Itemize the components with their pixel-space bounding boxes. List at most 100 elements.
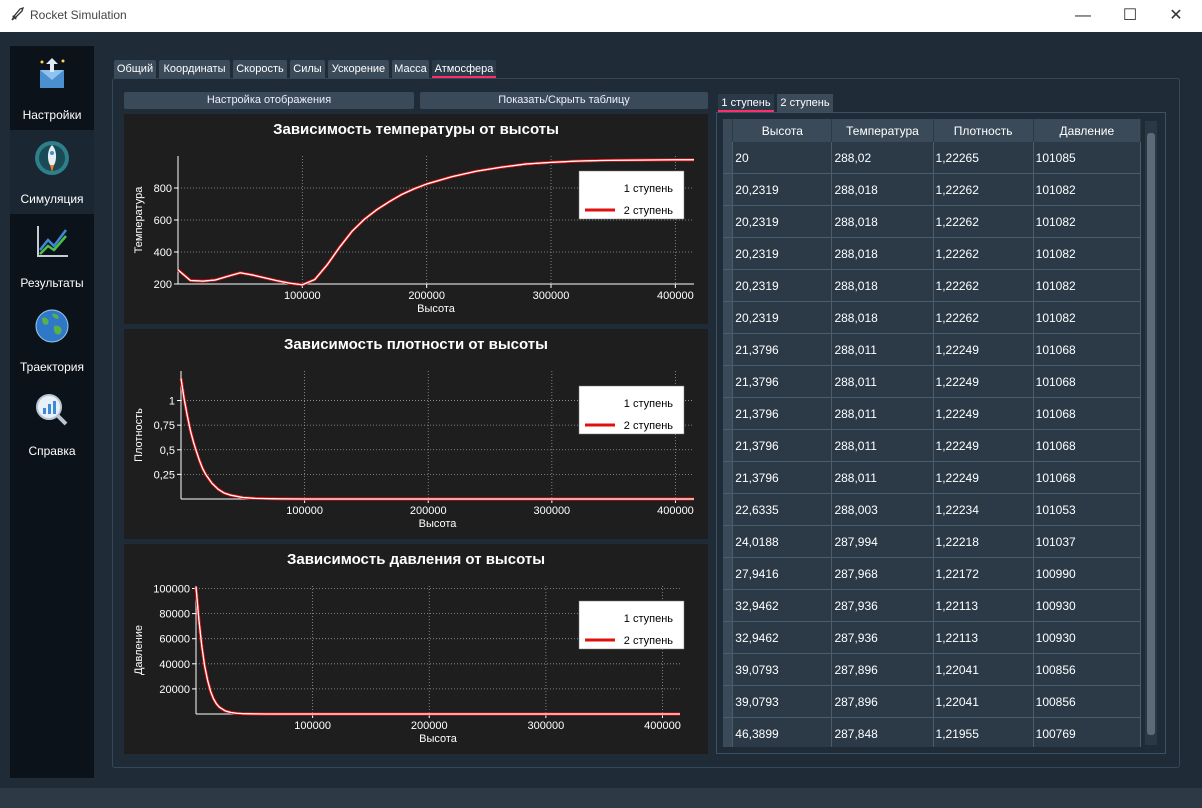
table-cell[interactable]: 101082 (1033, 237, 1141, 270)
table-row[interactable]: 22,6335 288,003 1,22234 101053 (723, 493, 1141, 526)
table-cell[interactable]: 101082 (1033, 301, 1141, 334)
table-cell[interactable]: 1,22262 (933, 205, 1034, 238)
table-row[interactable]: 20,2319 288,018 1,22262 101082 (723, 301, 1141, 334)
column-header-altitude[interactable]: Высота (732, 119, 833, 142)
close-button[interactable]: ✕ (1153, 0, 1199, 32)
row-header[interactable] (723, 269, 734, 302)
table-cell[interactable]: 101068 (1033, 397, 1141, 430)
tab-atmosphere[interactable]: Атмосфера (432, 60, 496, 78)
table-cell[interactable]: 20,2319 (732, 269, 833, 302)
sidebar-item-trajectory[interactable]: Траектория (10, 298, 94, 382)
table-cell[interactable]: 287,936 (831, 621, 934, 654)
table-row[interactable]: 20,2319 288,018 1,22262 101082 (723, 205, 1141, 238)
table-cell[interactable]: 288,02 (831, 142, 934, 174)
row-header[interactable] (723, 142, 734, 174)
table-cell[interactable]: 101068 (1033, 333, 1141, 366)
row-header[interactable] (723, 461, 734, 494)
tab-mass[interactable]: Масса (392, 60, 429, 78)
table-cell[interactable]: 101068 (1033, 365, 1141, 398)
table-row[interactable]: 20,2319 288,018 1,22262 101082 (723, 269, 1141, 302)
table-row[interactable]: 32,9462 287,936 1,22113 100930 (723, 589, 1141, 622)
table-cell[interactable]: 101082 (1033, 205, 1141, 238)
tab-forces[interactable]: Силы (290, 60, 325, 78)
table-cell[interactable]: 1,22249 (933, 429, 1034, 462)
table-cell[interactable]: 287,896 (831, 653, 934, 686)
table-cell[interactable]: 100930 (1033, 621, 1141, 654)
table-cell[interactable]: 21,3796 (732, 397, 833, 430)
table-cell[interactable]: 1,22249 (933, 365, 1034, 398)
table-cell[interactable]: 288,011 (831, 365, 934, 398)
table-row[interactable]: 27,9416 287,968 1,22172 100990 (723, 557, 1141, 590)
table-cell[interactable]: 39,0793 (732, 653, 833, 686)
tab-general[interactable]: Общий (114, 60, 156, 78)
table-row[interactable]: 21,3796 288,011 1,22249 101068 (723, 429, 1141, 462)
table-cell[interactable]: 22,6335 (732, 493, 833, 526)
table-cell[interactable]: 1,22041 (933, 653, 1034, 686)
table-cell[interactable]: 288,011 (831, 461, 934, 494)
table-row[interactable]: 32,9462 287,936 1,22113 100930 (723, 621, 1141, 654)
minimize-button[interactable]: — (1060, 0, 1106, 32)
table-cell[interactable]: 101085 (1033, 142, 1141, 174)
table-cell[interactable]: 288,011 (831, 397, 934, 430)
table-cell[interactable]: 46,3899 (732, 717, 833, 747)
row-header[interactable] (723, 237, 734, 270)
maximize-button[interactable]: ☐ (1107, 0, 1153, 32)
table-cell[interactable]: 21,3796 (732, 461, 833, 494)
row-header[interactable] (723, 685, 734, 718)
table-row[interactable]: 21,3796 288,011 1,22249 101068 (723, 397, 1141, 430)
table-cell[interactable]: 1,22249 (933, 333, 1034, 366)
table-cell[interactable]: 288,018 (831, 173, 934, 206)
row-header[interactable] (723, 173, 734, 206)
table-cell[interactable]: 288,018 (831, 237, 934, 270)
table-cell[interactable]: 288,011 (831, 429, 934, 462)
table-cell[interactable]: 287,994 (831, 525, 934, 558)
table-cell[interactable]: 288,011 (831, 333, 934, 366)
table-cell[interactable]: 27,9416 (732, 557, 833, 590)
table-cell[interactable]: 24,0188 (732, 525, 833, 558)
table-cell[interactable]: 1,22249 (933, 397, 1034, 430)
table-cell[interactable]: 21,3796 (732, 365, 833, 398)
table-cell[interactable]: 288,018 (831, 269, 934, 302)
table-cell[interactable]: 100856 (1033, 685, 1141, 718)
tab-velocity[interactable]: Скорость (233, 60, 287, 78)
column-header-pressure[interactable]: Давление (1033, 119, 1141, 142)
table-cell[interactable]: 101068 (1033, 429, 1141, 462)
row-header[interactable] (723, 589, 734, 622)
table-cell[interactable]: 1,22265 (933, 142, 1034, 174)
table-cell[interactable]: 101082 (1033, 269, 1141, 302)
tab-acceleration[interactable]: Ускорение (328, 60, 389, 78)
row-header[interactable] (723, 621, 734, 654)
table-cell[interactable]: 20,2319 (732, 173, 833, 206)
table-cell[interactable]: 287,936 (831, 589, 934, 622)
row-header[interactable] (723, 205, 734, 238)
row-header[interactable] (723, 717, 734, 747)
table-row[interactable]: 20,2319 288,018 1,22262 101082 (723, 237, 1141, 270)
row-header[interactable] (723, 397, 734, 430)
table-cell[interactable]: 1,22262 (933, 173, 1034, 206)
table-cell[interactable]: 21,3796 (732, 333, 833, 366)
table-cell[interactable]: 100856 (1033, 653, 1141, 686)
table-cell[interactable]: 287,848 (831, 717, 934, 747)
display-settings-button[interactable]: Настройка отображения (124, 92, 414, 109)
table-row[interactable]: 39,0793 287,896 1,22041 100856 (723, 685, 1141, 718)
sidebar-item-settings[interactable]: Настройки (10, 46, 94, 130)
table-cell[interactable]: 101037 (1033, 525, 1141, 558)
table-cell[interactable]: 101082 (1033, 173, 1141, 206)
table-cell[interactable]: 1,22218 (933, 525, 1034, 558)
table-row[interactable]: 20 288,02 1,22265 101085 (723, 142, 1141, 174)
table-cell[interactable]: 1,21955 (933, 717, 1034, 747)
table-row[interactable]: 46,3899 287,848 1,21955 100769 (723, 717, 1141, 747)
table-cell[interactable]: 287,896 (831, 685, 934, 718)
table-cell[interactable]: 1,22234 (933, 493, 1034, 526)
table-row[interactable]: 20,2319 288,018 1,22262 101082 (723, 173, 1141, 206)
table-cell[interactable]: 288,018 (831, 205, 934, 238)
table-cell[interactable]: 39,0793 (732, 685, 833, 718)
table-row[interactable]: 24,0188 287,994 1,22218 101037 (723, 525, 1141, 558)
table-cell[interactable]: 288,018 (831, 301, 934, 334)
stage-tab-2[interactable]: 2 ступень (777, 94, 833, 112)
table-cell[interactable]: 32,9462 (732, 589, 833, 622)
table-row[interactable]: 21,3796 288,011 1,22249 101068 (723, 365, 1141, 398)
column-header-density[interactable]: Плотность (933, 119, 1034, 142)
table-row[interactable]: 21,3796 288,011 1,22249 101068 (723, 333, 1141, 366)
sidebar-item-simulation[interactable]: Симуляция (10, 130, 94, 214)
